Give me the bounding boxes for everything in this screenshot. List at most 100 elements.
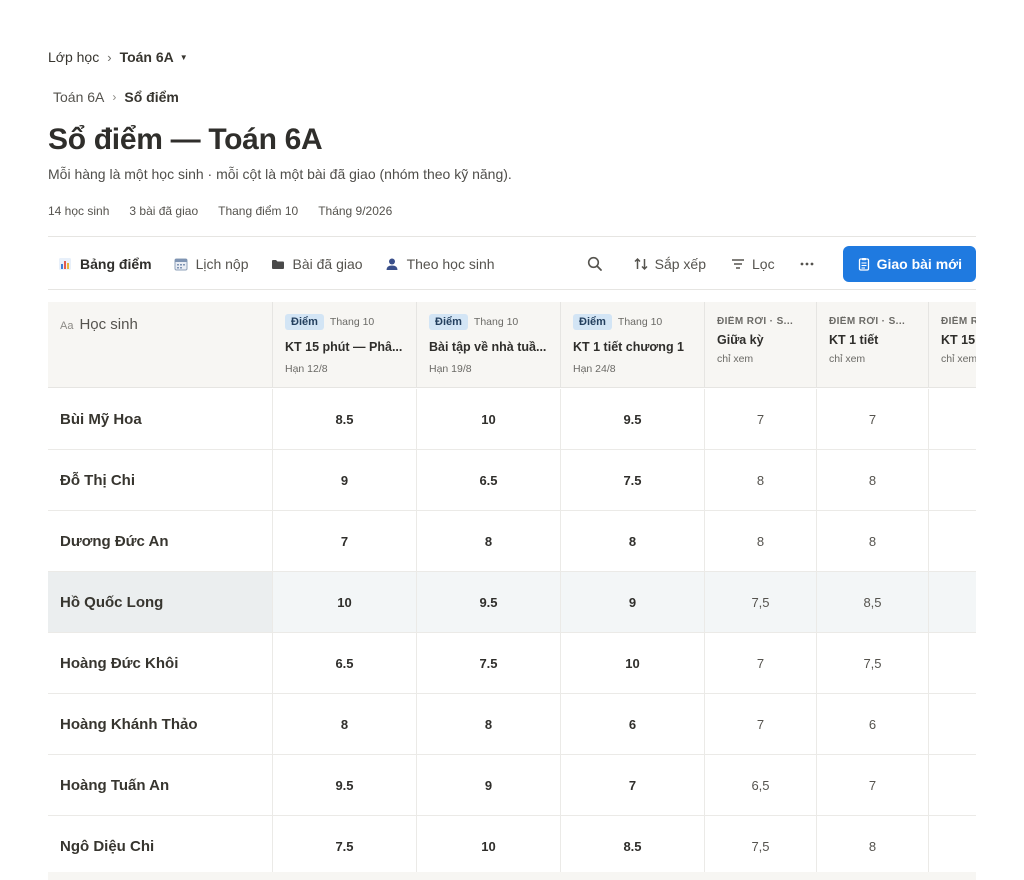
loose-score-cell: 8 [817, 450, 929, 510]
breadcrumb-root[interactable]: Lớp học [48, 49, 99, 65]
stat-assignments: 3 bài đã giao [129, 204, 199, 218]
score-cell[interactable]: 6 [561, 694, 705, 754]
score-cell[interactable]: 8.5 [273, 389, 417, 449]
score-cell[interactable]: 6.5 [417, 450, 561, 510]
table-row[interactable]: Hoàng Đức Khôi 6.5 7.5 10 7 7,5 [48, 633, 976, 694]
sub-breadcrumb-parent[interactable]: Toán 6A [53, 89, 104, 105]
column-header-student[interactable]: Aa Học sinh [48, 302, 273, 388]
score-cell[interactable]: 8 [417, 511, 561, 571]
assignment-name: KT 15 phút — Phâ... [285, 340, 403, 354]
score-cell[interactable]: 10 [417, 389, 561, 449]
loose-score-cell: 7 [705, 389, 817, 449]
student-name[interactable]: Dương Đức An [48, 511, 273, 571]
loose-score-cell [929, 755, 976, 815]
view-toolbar: Bảng điểm Lịch nộp Bài đã giao Theo học … [48, 236, 976, 290]
sort-button[interactable]: Sắp xếp [633, 256, 706, 272]
more-options-button[interactable] [799, 256, 821, 272]
column-header-label: Học sinh [79, 316, 138, 333]
breadcrumb-current-class[interactable]: Toán 6A [120, 49, 174, 65]
assignment-due: Hạn 24/8 [573, 363, 616, 375]
score-cell[interactable]: 10 [561, 633, 705, 693]
loose-score-cell: 7 [705, 633, 817, 693]
stats-bar: 14 học sinh 3 bài đã giao Thang điểm 10 … [48, 204, 412, 218]
sub-breadcrumb-current: Sổ điểm [124, 89, 179, 105]
scale-label: Thang 10 [617, 316, 663, 328]
table-row[interactable]: Hoàng Khánh Thảo 8 8 6 7 6 7 [48, 694, 976, 755]
assignment-due: Hạn 19/8 [429, 363, 472, 375]
sub-breadcrumb: Toán 6A › Sổ điểm [53, 89, 179, 105]
tab-by-student[interactable]: Theo học sinh [385, 256, 495, 272]
loose-score-cell: 8,5 [817, 572, 929, 632]
loose-score-cell: 7 [929, 694, 976, 754]
stat-students: 14 học sinh [48, 204, 110, 218]
student-name[interactable]: Ngô Diệu Chi [48, 816, 273, 876]
score-cell[interactable]: 8 [561, 511, 705, 571]
score-cell[interactable]: 9 [417, 755, 561, 815]
score-cell[interactable]: 9.5 [561, 389, 705, 449]
chevron-right-icon: › [112, 90, 117, 104]
score-cell[interactable]: 7 [273, 511, 417, 571]
text-type-icon: Aa [60, 320, 74, 332]
table-row[interactable]: Dương Đức An 7 8 8 8 8 [48, 511, 976, 572]
filter-icon [732, 259, 744, 269]
loose-score-cell: 8 [817, 816, 929, 876]
column-header-assignment-1[interactable]: Điểm Thang 10 KT 15 phút — Phâ... Hạn 12/… [273, 302, 417, 388]
score-cell[interactable]: 9 [561, 572, 705, 632]
loose-score-cell: 6 [817, 694, 929, 754]
filter-label: Lọc [752, 256, 775, 272]
new-assignment-button[interactable]: Giao bài mới [842, 246, 976, 282]
score-cell[interactable]: 7 [561, 755, 705, 815]
assignment-due: Hạn 12/8 [285, 363, 328, 375]
table-row[interactable]: Hồ Quốc Long 10 9.5 9 7,5 8,5 [48, 572, 976, 633]
loose-score-cell: 7,5 [705, 572, 817, 632]
student-name[interactable]: Hồ Quốc Long [48, 572, 273, 632]
search-button[interactable] [587, 256, 609, 272]
loose-group-label: ĐIỂM RỜI · S... [829, 316, 906, 327]
score-cell[interactable]: 8 [417, 694, 561, 754]
student-name[interactable]: Đỗ Thị Chi [48, 450, 273, 510]
score-tag: Điểm [285, 314, 324, 330]
table-row[interactable]: Ngô Diệu Chi 7.5 10 8.5 7,5 8 [48, 816, 976, 877]
tab-gradebook[interactable]: Bảng điểm [58, 256, 152, 272]
student-name[interactable]: Hoàng Khánh Thảo [48, 694, 273, 754]
table-header: Aa Học sinh Điểm Thang 10 KT 15 phút — Phâ… [48, 302, 976, 388]
caret-down-icon[interactable]: ▼ [180, 53, 188, 62]
page-title: Sổ điểm — Toán 6A [48, 123, 323, 156]
column-header-loose-1[interactable]: ĐIỂM RỜI · S... Giữa kỳ chỉ xem [705, 302, 817, 388]
sort-label: Sắp xếp [654, 256, 706, 272]
column-header-loose-3[interactable]: ĐIỂM R KT 15 chỉ xem [929, 302, 976, 388]
score-cell[interactable]: 7.5 [561, 450, 705, 510]
tab-label: Bảng điểm [80, 256, 152, 272]
score-cell[interactable]: 6.5 [273, 633, 417, 693]
tab-assignments[interactable]: Bài đã giao [271, 256, 363, 272]
score-cell[interactable]: 9.5 [417, 572, 561, 632]
column-header-assignment-3[interactable]: Điểm Thang 10 KT 1 tiết chương 1 Hạn 24/8 [561, 302, 705, 388]
search-icon [587, 256, 602, 271]
score-cell[interactable]: 8 [273, 694, 417, 754]
column-header-assignment-2[interactable]: Điểm Thang 10 Bài tập về nhà tuầ... Hạn 1… [417, 302, 561, 388]
score-cell[interactable]: 7.5 [273, 816, 417, 876]
loose-score-cell: 7,5 [705, 816, 817, 876]
student-name[interactable]: Hoàng Tuấn An [48, 755, 273, 815]
table-row[interactable]: Bùi Mỹ Hoa 8.5 10 9.5 7 7 [48, 389, 976, 450]
student-name[interactable]: Hoàng Đức Khôi [48, 633, 273, 693]
score-cell[interactable]: 7.5 [417, 633, 561, 693]
loose-column-name: KT 1 tiết [829, 333, 879, 347]
score-cell[interactable]: 9.5 [273, 755, 417, 815]
column-header-loose-2[interactable]: ĐIỂM RỜI · S... KT 1 tiết chỉ xem [817, 302, 929, 388]
score-cell[interactable]: 9 [273, 450, 417, 510]
tab-label: Lịch nộp [195, 256, 249, 272]
score-cell[interactable]: 10 [273, 572, 417, 632]
tab-label: Bài đã giao [292, 256, 363, 272]
assignment-name: KT 1 tiết chương 1 [573, 340, 685, 354]
score-tag: Điểm [573, 314, 612, 330]
tab-schedule[interactable]: Lịch nộp [174, 256, 249, 272]
student-name[interactable]: Bùi Mỹ Hoa [48, 389, 273, 449]
score-cell[interactable]: 10 [417, 816, 561, 876]
scale-label: Thang 10 [329, 316, 375, 328]
folder-icon [271, 260, 284, 269]
filter-button[interactable]: Lọc [730, 256, 775, 272]
table-row[interactable]: Đỗ Thị Chi 9 6.5 7.5 8 8 8 [48, 450, 976, 511]
table-row[interactable]: Hoàng Tuấn An 9.5 9 7 6,5 7 [48, 755, 976, 816]
score-cell[interactable]: 8.5 [561, 816, 705, 876]
